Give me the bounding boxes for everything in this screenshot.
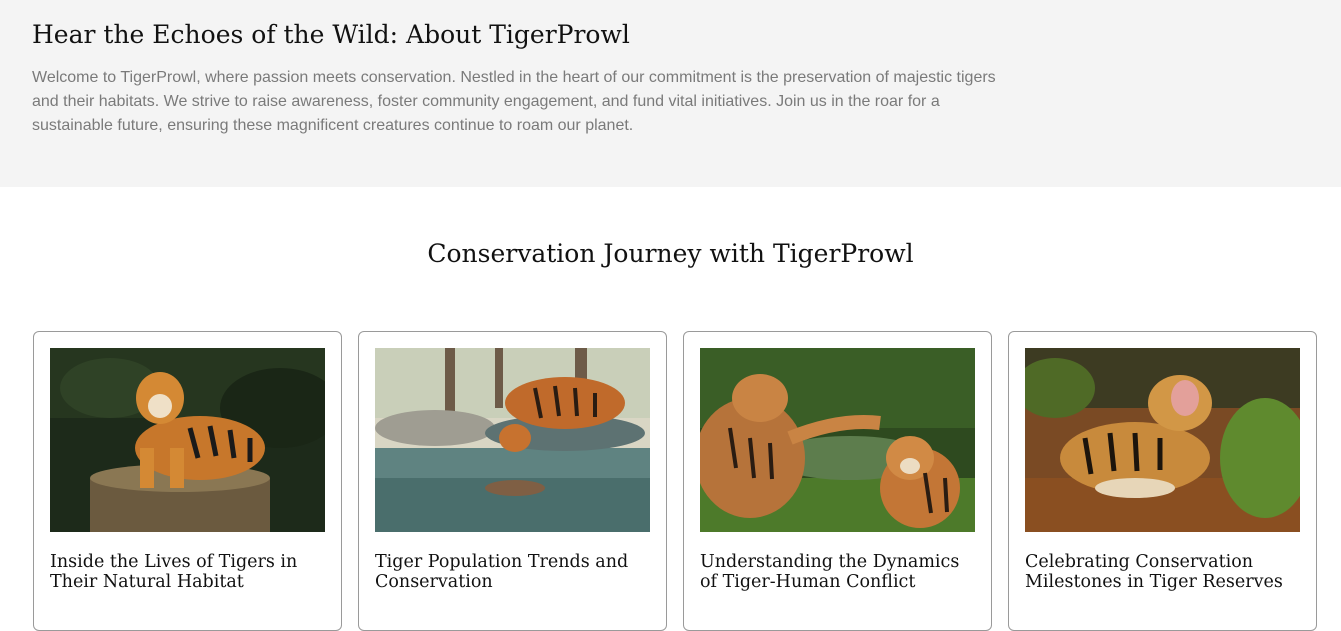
tiger-drinking-image (375, 348, 650, 532)
tiger-roaring-image (1025, 348, 1300, 532)
card-conservation-milestones[interactable]: Celebrating Conservation Milestones in T… (1008, 331, 1317, 631)
card-title: Inside the Lives of Tigers in Their Natu… (50, 552, 298, 592)
card-population-trends[interactable]: Tiger Population Trends and Conservation (358, 331, 667, 631)
card-tiger-lives[interactable]: Inside the Lives of Tigers in Their Natu… (33, 331, 342, 631)
card-title: Celebrating Conservation Milestones in T… (1025, 552, 1283, 592)
conservation-journey-section: Conservation Journey with TigerProwl Ins… (0, 187, 1341, 631)
card-title: Tiger Population Trends and Conservation (375, 552, 629, 592)
about-section: Hear the Echoes of the Wild: About Tiger… (0, 0, 1341, 187)
about-title: Hear the Echoes of the Wild: About Tiger… (32, 20, 630, 49)
about-description: Welcome to TigerProwl, where passion mee… (32, 69, 996, 134)
tiger-resting-image (50, 348, 325, 532)
card-human-conflict[interactable]: Understanding the Dynamics of Tiger-Huma… (683, 331, 992, 631)
journey-title: Conservation Journey with TigerProwl (427, 239, 914, 268)
tigers-playing-image (700, 348, 975, 532)
card-list: Inside the Lives of Tigers in Their Natu… (33, 331, 1317, 631)
card-title: Understanding the Dynamics of Tiger-Huma… (700, 552, 960, 592)
